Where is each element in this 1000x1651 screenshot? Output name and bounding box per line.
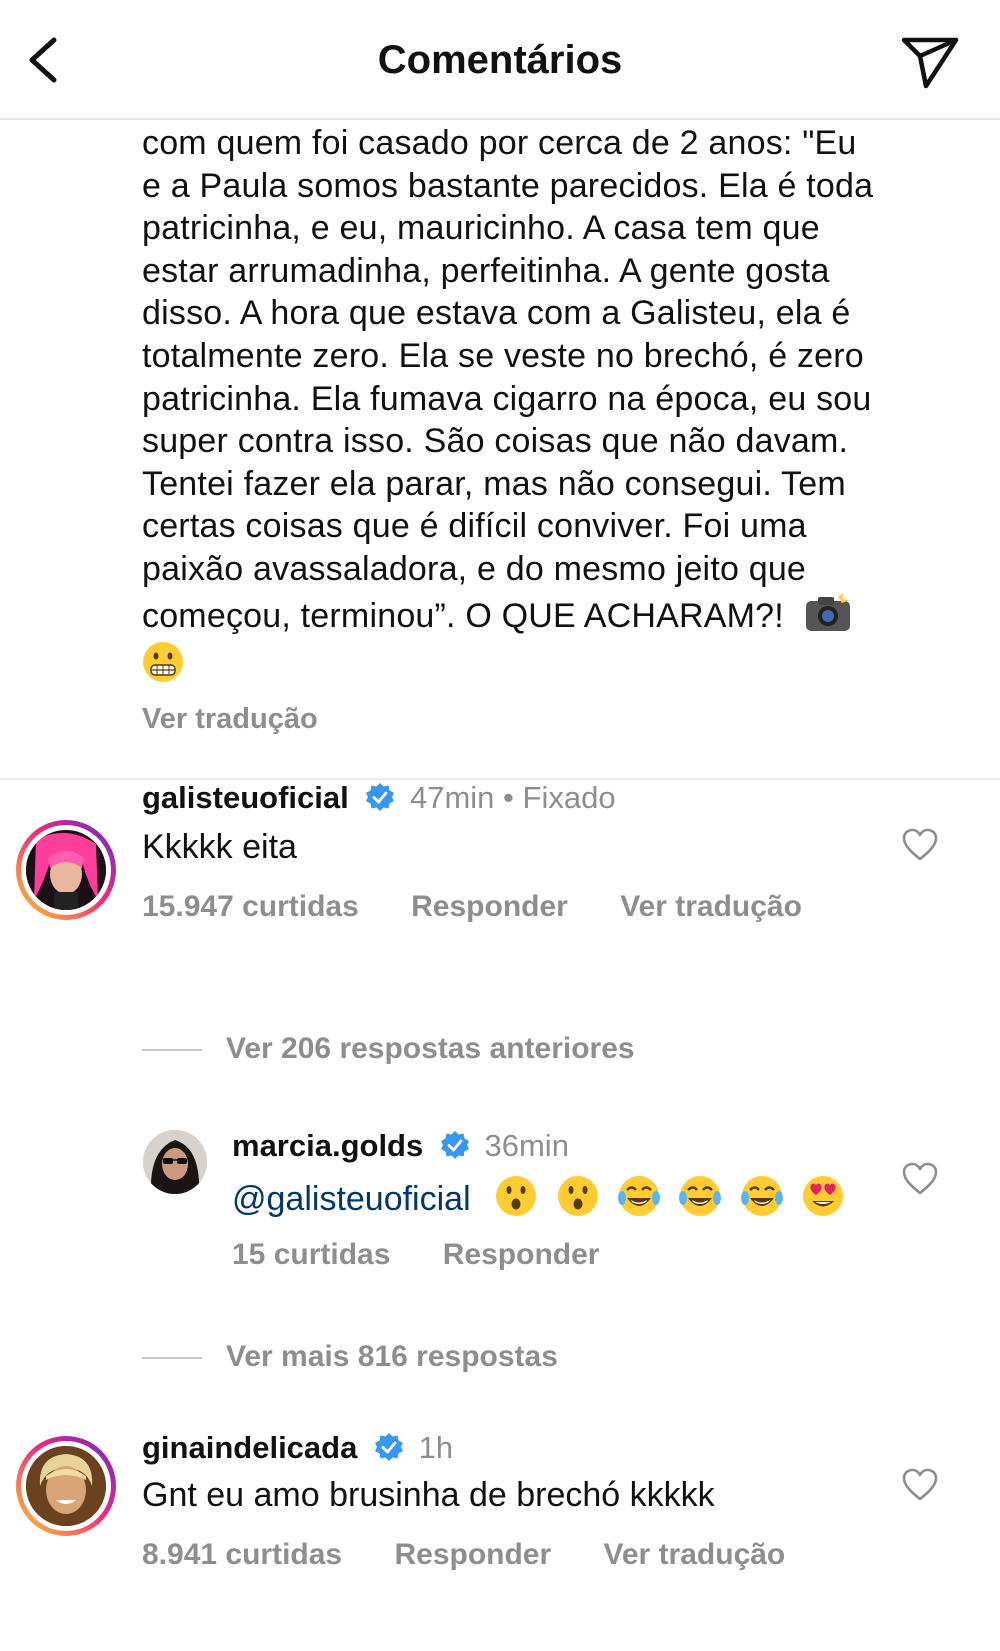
- comment-header: galisteuoficial 47min • Fixado: [142, 780, 616, 816]
- post-caption: com quem foi casado por cerca de 2 anos:…: [142, 122, 962, 683]
- comment-actions: 15.947 curtidas Responder Ver tradução: [142, 890, 846, 924]
- avatar[interactable]: [26, 830, 106, 910]
- caption-line: estar arrumadinha, perfeitinha. A gente …: [142, 251, 830, 290]
- hushed-face-emoji-icon: [496, 1176, 537, 1216]
- view-previous-replies-label: Ver 206 respostas anteriores: [226, 1032, 635, 1065]
- heart-outline-icon[interactable]: [902, 828, 938, 862]
- comment-item: ginaindelicada 1h Gnt eu amo brusinha de…: [0, 1430, 1000, 1636]
- timestamp: 1h: [418, 1430, 454, 1465]
- reply-item: marcia.golds 36min @galisteuoficial 15 c…: [0, 1128, 1000, 1288]
- replies-line: [142, 1357, 202, 1360]
- tears-of-joy-emoji-icon: [618, 1176, 660, 1216]
- see-translation-link[interactable]: Ver tradução: [142, 703, 318, 736]
- pinned-label: • Fixado: [503, 780, 616, 815]
- timestamp: 47min: [409, 780, 495, 815]
- comment-text: Gnt eu amo brusinha de brechó kkkkk: [142, 1476, 715, 1514]
- likes-count[interactable]: 15.947 curtidas: [142, 890, 359, 923]
- caption-line: Tentei fazer ela parar, mas não consegui…: [142, 464, 846, 503]
- heart-outline-icon[interactable]: [902, 1468, 938, 1502]
- timestamp: 36min: [484, 1128, 569, 1163]
- verified-badge-icon: [374, 1433, 403, 1461]
- heart-outline-icon[interactable]: [902, 1162, 938, 1196]
- hushed-face-emoji-icon: [557, 1176, 598, 1216]
- username[interactable]: ginaindelicada: [142, 1430, 357, 1465]
- see-translation-link[interactable]: Ver tradução: [620, 890, 802, 923]
- reply-button[interactable]: Responder: [443, 1238, 600, 1271]
- caption-line: com quem foi casado por cerca de 2 anos:…: [142, 124, 857, 162]
- verified-badge-icon: [440, 1131, 469, 1159]
- caption-line: totalmente zero. Ela se veste no brechó,…: [142, 336, 864, 375]
- verified-badge-icon: [366, 783, 395, 811]
- likes-count[interactable]: 8.941 curtidas: [142, 1538, 342, 1571]
- page-title: Comentários: [377, 38, 623, 82]
- comment-header: ginaindelicada 1h: [142, 1430, 453, 1466]
- top-bar: Comentários: [0, 0, 1000, 120]
- tears-of-joy-emoji-icon: [679, 1176, 722, 1216]
- see-translation-link[interactable]: Ver tradução: [604, 1538, 786, 1571]
- caption-line: patricinha. Ela fumava cigarro na época,…: [142, 379, 872, 418]
- view-more-replies[interactable]: Ver mais 816 respostas: [142, 1340, 558, 1374]
- comment-item: galisteuoficial 47min • Fixado Kkkkk eit…: [0, 780, 1000, 1000]
- caption-line: começou, terminou”. O QUE ACHARAM?!: [142, 596, 784, 635]
- heart-eyes-emoji-icon: [803, 1176, 844, 1216]
- caption-emoji-row: [142, 637, 962, 683]
- tears-of-joy-emoji-icon: [740, 1176, 783, 1216]
- comment-text: @galisteuoficial: [232, 1174, 845, 1219]
- replies-line: [142, 1049, 202, 1052]
- caption-line: certas coisas que é difícil conviver. Fo…: [142, 507, 807, 546]
- view-previous-replies[interactable]: Ver 206 respostas anteriores: [142, 1032, 635, 1066]
- grimacing-face-emoji-icon: [143, 642, 183, 683]
- caption-line: paixão avassaladora, e do mesmo jeito qu…: [142, 549, 807, 588]
- paper-plane-icon[interactable]: [898, 30, 962, 92]
- view-more-replies-label: Ver mais 816 respostas: [226, 1340, 558, 1373]
- mention-link[interactable]: @galisteuoficial: [232, 1180, 471, 1218]
- likes-count[interactable]: 15 curtidas: [232, 1238, 390, 1271]
- comment-actions: 8.941 curtidas Responder Ver tradução: [142, 1538, 829, 1572]
- comment-actions: 15 curtidas Responder: [232, 1238, 643, 1272]
- caption-line: disso. A hora que estava com a Galisteu,…: [142, 294, 851, 333]
- avatar[interactable]: [143, 1130, 207, 1194]
- caption-line: patricinha, e eu, mauricinho. A casa tem…: [142, 209, 820, 248]
- reply-button[interactable]: Responder: [411, 890, 568, 923]
- username[interactable]: galisteuoficial: [142, 780, 349, 815]
- caption-line: super contra isso. São coisas que não da…: [142, 422, 849, 461]
- reply-button[interactable]: Responder: [394, 1538, 551, 1571]
- comment-text: Kkkkk eita: [142, 828, 297, 866]
- avatar[interactable]: [26, 1446, 106, 1526]
- caption-line: e a Paula somos bastante parecidos. Ela …: [142, 166, 874, 205]
- username[interactable]: marcia.golds: [232, 1128, 423, 1163]
- comment-header: marcia.golds 36min: [232, 1128, 569, 1164]
- caption-line-last: começou, terminou”. O QUE ACHARAM?!: [142, 590, 962, 638]
- camera-flash-emoji-icon: [805, 590, 850, 631]
